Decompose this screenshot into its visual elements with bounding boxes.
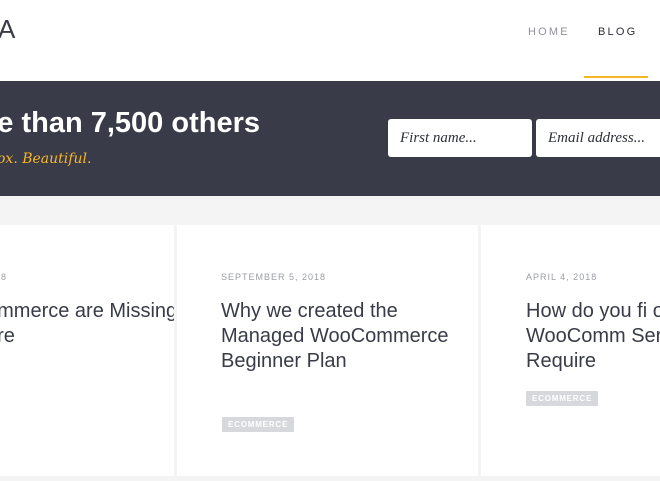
category-tag[interactable]: ECOMMERCE — [526, 391, 599, 406]
logo[interactable]: A — [0, 14, 16, 45]
site-header: A HOME BLOG — [0, 0, 660, 81]
newsletter-tagline: ox. Beautiful. — [0, 151, 92, 167]
post-title[interactable]: Why we created the Managed WooCommerce B… — [221, 299, 451, 374]
post-title[interactable]: ommerce are Missing ure — [0, 299, 174, 349]
post-title[interactable]: How do you fi out WooComm Server Require — [526, 299, 660, 374]
post-date: SEPTEMBER 5, 2018 — [221, 272, 327, 282]
email-input[interactable] — [536, 119, 660, 157]
nav-blog-link[interactable]: BLOG — [598, 26, 637, 38]
post-card[interactable]: SEPTEMBER 5, 2018 Why we created the Man… — [177, 225, 478, 476]
post-date: 2018 — [0, 272, 8, 282]
post-card[interactable]: 2018 ommerce are Missing ure — [0, 225, 174, 476]
newsletter-heading: re than 7,500 others — [0, 107, 260, 139]
category-tag[interactable]: ECOMMERCE — [222, 417, 295, 432]
nav-home-link[interactable]: HOME — [528, 26, 570, 38]
post-date: APRIL 4, 2018 — [526, 272, 598, 282]
newsletter-banner: re than 7,500 others ox. Beautiful. — [0, 81, 660, 196]
post-card[interactable]: APRIL 4, 2018 How do you fi out WooComm … — [481, 225, 660, 476]
active-nav-indicator — [584, 76, 648, 78]
first-name-input[interactable] — [388, 119, 532, 157]
